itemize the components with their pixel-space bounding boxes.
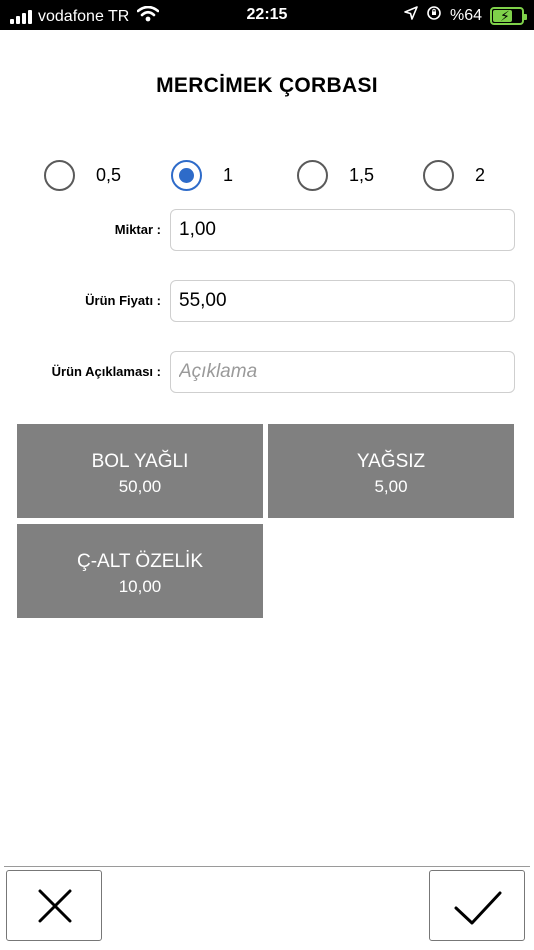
- portion-option-label: 2: [475, 165, 486, 185]
- description-row: Ürün Açıklaması :: [0, 351, 534, 393]
- price-label: Ürün Fiyatı :: [85, 293, 161, 308]
- extra-option-name: BOL YAĞLI: [91, 451, 189, 472]
- price-row: Ürün Fiyatı :: [0, 280, 534, 322]
- status-right: %64 ⚡: [404, 5, 527, 26]
- cancel-button[interactable]: [6, 870, 102, 941]
- bottom-divider: [4, 866, 530, 867]
- quantity-label: Miktar :: [114, 222, 161, 237]
- price-input[interactable]: [170, 280, 515, 322]
- confirm-button[interactable]: [429, 870, 525, 941]
- extra-option-name: Ç-ALT ÖZELİK: [77, 551, 203, 572]
- extra-option-price: 50,00: [118, 477, 162, 496]
- radio-circle-icon: [44, 160, 75, 191]
- battery-percent: %64: [449, 6, 482, 24]
- close-icon: [38, 889, 72, 923]
- radio-circle-icon: [171, 160, 202, 191]
- extra-option-yagsiz[interactable]: YAĞSIZ 5,00: [268, 424, 514, 518]
- extra-option-bol-yagli[interactable]: BOL YAĞLI 50,00: [17, 424, 263, 518]
- battery-icon: ⚡: [490, 6, 527, 25]
- description-label: Ürün Açıklaması :: [51, 364, 161, 379]
- portion-option-0-5[interactable]: 0,5: [44, 160, 121, 191]
- portion-option-label: 1,5: [349, 165, 375, 185]
- location-icon: [404, 6, 418, 25]
- orientation-lock-icon: [426, 5, 442, 26]
- extra-option-name: YAĞSIZ: [356, 451, 426, 472]
- portion-radio-group: 0,5 1 1,5 2: [44, 160, 514, 192]
- extra-option-price: 5,00: [374, 477, 408, 496]
- portion-option-label: 1: [223, 165, 234, 185]
- quantity-input[interactable]: [170, 209, 515, 251]
- radio-circle-icon: [423, 160, 454, 191]
- portion-option-2[interactable]: 2: [423, 160, 485, 191]
- product-title: MERCİMEK ÇORBASI: [156, 74, 378, 97]
- portion-option-label: 0,5: [96, 165, 122, 185]
- status-bar: vodafone TR 22:15 %64 ⚡: [0, 0, 534, 30]
- description-input[interactable]: [170, 351, 515, 393]
- extra-option-c-alt-ozelik[interactable]: Ç-ALT ÖZELİK 10,00: [17, 524, 263, 618]
- check-icon: [454, 891, 502, 925]
- quantity-row: Miktar :: [0, 209, 534, 251]
- portion-option-1-5[interactable]: 1,5: [297, 160, 374, 191]
- radio-circle-icon: [297, 160, 328, 191]
- portion-option-1[interactable]: 1: [171, 160, 233, 191]
- extra-option-price: 10,00: [118, 577, 162, 596]
